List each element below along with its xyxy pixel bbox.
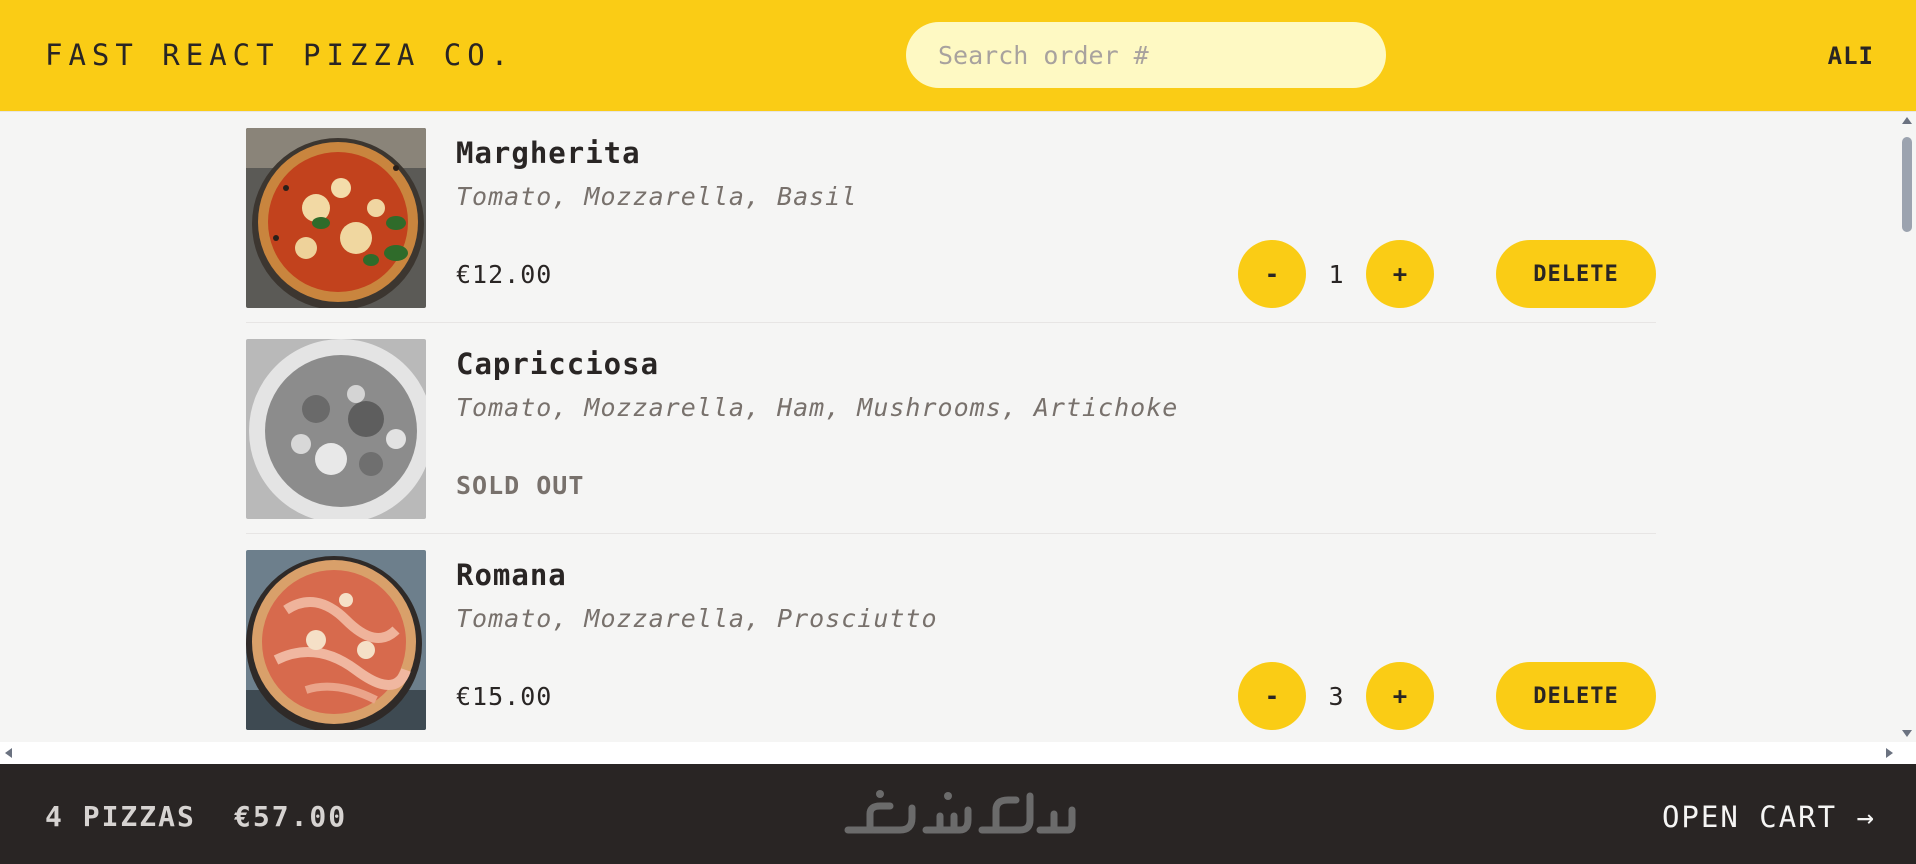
horizontal-scrollbar[interactable] <box>0 742 1898 764</box>
pizza-image-romana <box>246 550 426 730</box>
quantity-value: 3 <box>1328 682 1344 711</box>
menu-list: Margherita Tomato, Mozzarella, Basil €12… <box>0 112 1898 742</box>
scroll-right-arrow-icon[interactable] <box>1886 748 1893 758</box>
pizza-image-margherita <box>246 128 426 308</box>
increase-quantity-button[interactable]: + <box>1366 240 1434 308</box>
pizza-ingredients: Tomato, Mozzarella, Basil <box>456 182 858 211</box>
pizza-ingredients: Tomato, Mozzarella, Ham, Mushrooms, Arti… <box>456 393 1179 422</box>
cart-pizza-count: 4 pizzas <box>45 800 196 833</box>
delete-button[interactable]: DELETE <box>1496 240 1656 308</box>
scroll-up-arrow-icon[interactable] <box>1902 117 1912 124</box>
decrease-quantity-button[interactable]: - <box>1238 240 1306 308</box>
pizza-ingredients: Tomato, Mozzarella, Prosciutto <box>456 604 938 633</box>
open-cart-link[interactable]: Open cart → <box>1662 800 1876 834</box>
scroll-down-arrow-icon[interactable] <box>1902 730 1912 737</box>
increase-quantity-button[interactable]: + <box>1366 662 1434 730</box>
username: ALI <box>1827 42 1874 70</box>
app-header: Fast React Pizza Co. ALI <box>0 0 1916 112</box>
pizza-name: Capricciosa <box>456 347 660 381</box>
decrease-quantity-button[interactable]: - <box>1238 662 1306 730</box>
pizza-price: €15.00 <box>456 682 553 711</box>
pizza-price: €12.00 <box>456 260 553 289</box>
menu-item-capricciosa: Capricciosa Tomato, Mozzarella, Ham, Mus… <box>246 323 1656 534</box>
pizza-image-capricciosa <box>246 339 426 519</box>
vertical-scrollbar[interactable] <box>1898 112 1916 742</box>
delete-button[interactable]: DELETE <box>1496 662 1656 730</box>
sold-out-label: SOLD OUT <box>456 471 585 500</box>
pizza-name: Romana <box>456 558 567 592</box>
menu-item-margherita: Margherita Tomato, Mozzarella, Basil €12… <box>246 112 1656 323</box>
watermark-logo <box>844 790 1076 834</box>
search-order-input[interactable] <box>906 22 1386 88</box>
scrollbar-corner <box>1898 742 1916 764</box>
app-logo[interactable]: Fast React Pizza Co. <box>45 38 514 72</box>
menu-item-romana: Romana Tomato, Mozzarella, Prosciutto €1… <box>246 534 1656 742</box>
cart-total-price: €57.00 <box>234 800 348 833</box>
scrollbar-thumb[interactable] <box>1902 137 1912 232</box>
quantity-value: 1 <box>1328 260 1344 289</box>
scroll-left-arrow-icon[interactable] <box>5 748 12 758</box>
cart-overview: 4 pizzas €57.00 Open cart → <box>0 764 1916 864</box>
pizza-name: Margherita <box>456 136 641 170</box>
